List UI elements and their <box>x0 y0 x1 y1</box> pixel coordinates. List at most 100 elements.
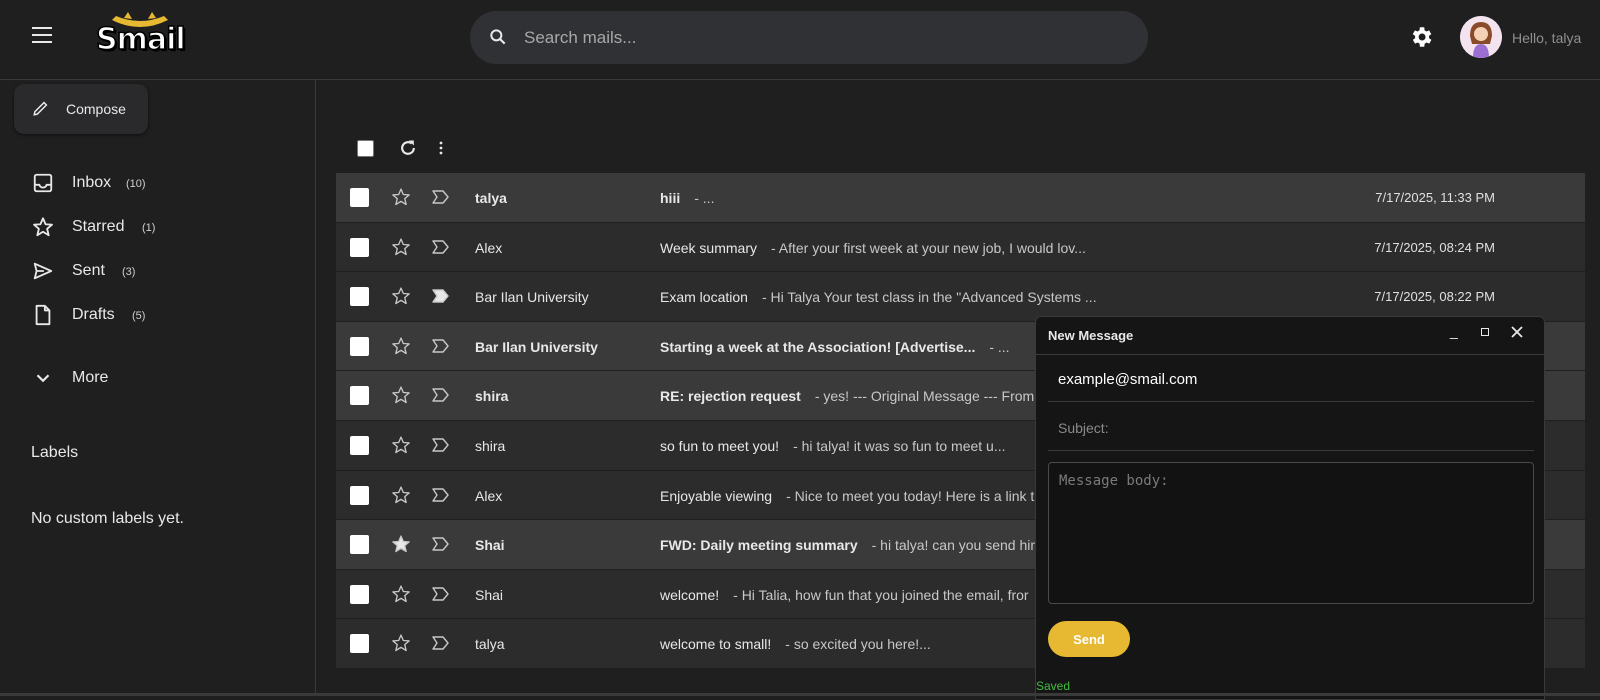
email-subject-line: Week summary - After your first week at y… <box>660 240 1086 256</box>
sidebar-item-drafts[interactable]: Drafts (5) <box>30 300 290 330</box>
email-subject-line: RE: rejection request - yes! --- Original… <box>660 388 1050 404</box>
email-sender: Alex <box>475 239 503 256</box>
refresh-icon[interactable] <box>398 138 418 158</box>
star-icon[interactable] <box>391 633 411 653</box>
sidebar-item-inbox[interactable]: Inbox (10) <box>30 168 290 198</box>
logo[interactable]: Smail <box>95 12 186 58</box>
star-icon[interactable] <box>391 187 411 207</box>
top-bar: Smail Hello, talya <box>0 0 1600 80</box>
more-vertical-icon[interactable] <box>436 140 446 156</box>
email-date: 7/17/2025, 08:22 PM <box>1374 289 1495 305</box>
email-sender: talya <box>475 190 507 206</box>
sidebar-item-more[interactable]: More <box>30 363 290 393</box>
avatar[interactable] <box>1460 16 1502 58</box>
sidebar-item-count: (3) <box>122 266 136 278</box>
email-snippet: - so excited you here!... <box>785 636 931 653</box>
importance-marker-icon[interactable] <box>431 338 451 354</box>
email-subject-line: welcome! - Hi Talia, how fun that you joi… <box>660 587 1029 603</box>
sidebar-item-label: Inbox <box>72 174 112 191</box>
sidebar-item-label: Drafts <box>72 306 115 323</box>
pencil-icon <box>33 101 48 116</box>
search-bar <box>470 11 1148 64</box>
email-subject-line: Exam location - Hi Talya Your test class … <box>660 289 1097 305</box>
email-date: 7/17/2025, 11:33 PM <box>1375 190 1495 205</box>
email-subject: FWD: Daily meeting summary <box>660 537 858 554</box>
email-row[interactable]: talya hiii - ... 7/17/2025, 11:33 PM <box>336 173 1585 223</box>
email-subject: so fun to meet you! <box>660 437 780 454</box>
subject-field[interactable] <box>1048 406 1534 451</box>
email-subject: welcome! <box>660 586 720 603</box>
email-snippet: - ... <box>694 190 715 206</box>
star-icon[interactable] <box>391 336 411 356</box>
importance-marker-icon[interactable] <box>431 635 451 651</box>
importance-marker-icon[interactable] <box>431 387 451 403</box>
email-sender: Bar Ilan University <box>475 289 589 306</box>
row-checkbox[interactable] <box>350 485 369 505</box>
row-checkbox[interactable] <box>350 584 369 604</box>
row-checkbox[interactable] <box>350 535 369 555</box>
minimize-button[interactable]: _ <box>1450 323 1458 339</box>
sidebar-item-count: (10) <box>126 178 146 190</box>
labels-heading: Labels <box>31 444 79 461</box>
email-row[interactable]: Alex Week summary - After your first week … <box>336 222 1585 273</box>
email-subject-line: so fun to meet you! - hi talya! it was so… <box>660 438 1006 454</box>
email-date: 7/17/2025, 08:24 PM <box>1374 239 1495 255</box>
star-icon[interactable] <box>391 485 411 505</box>
avatar-image <box>1460 16 1502 58</box>
star-icon[interactable] <box>391 534 411 554</box>
email-subject-line: Starting a week at the Association! [Adv… <box>660 339 1010 355</box>
search-icon[interactable] <box>488 27 508 47</box>
email-sender: shira <box>475 437 506 454</box>
row-checkbox[interactable] <box>350 237 369 257</box>
search-input[interactable] <box>524 11 1124 64</box>
email-subject: Exam location <box>660 289 748 306</box>
email-snippet: - yes! --- Original Message --- From: T <box>814 388 1051 405</box>
importance-marker-icon[interactable] <box>431 189 451 205</box>
importance-marker-icon[interactable] <box>431 586 451 602</box>
row-checkbox[interactable] <box>350 386 369 406</box>
send-icon <box>33 262 53 280</box>
email-sender: Shai <box>475 537 505 554</box>
sidebar-item-label: More <box>72 369 109 386</box>
email-snippet: - Hi Talia, how fun that you joined the … <box>733 586 1029 603</box>
star-icon <box>33 217 53 237</box>
importance-marker-icon[interactable] <box>431 536 451 552</box>
importance-marker-icon[interactable] <box>431 437 451 453</box>
sidebar-item-sent[interactable]: Sent (3) <box>30 256 290 286</box>
compose-button[interactable]: Compose <box>14 84 148 134</box>
row-checkbox[interactable] <box>350 435 369 455</box>
settings-gear-icon[interactable] <box>1408 24 1434 50</box>
email-sender: Alex <box>475 487 503 504</box>
star-icon[interactable] <box>391 385 411 405</box>
email-snippet: - hi talya! can you send him <box>871 537 1043 554</box>
menu-icon[interactable] <box>28 22 56 50</box>
maximize-button[interactable] <box>1481 328 1489 336</box>
message-body-field[interactable] <box>1048 462 1534 604</box>
save-status: Saved <box>1036 679 1071 693</box>
row-checkbox[interactable] <box>350 188 369 207</box>
row-checkbox[interactable] <box>350 634 369 654</box>
to-field[interactable] <box>1048 357 1534 402</box>
send-button[interactable]: Send <box>1048 621 1130 657</box>
draft-icon <box>35 304 51 326</box>
importance-marker-icon[interactable] <box>431 487 451 503</box>
star-icon[interactable] <box>391 237 411 257</box>
importance-marker-icon[interactable] <box>431 288 451 304</box>
compose-title: New Message <box>1048 328 1134 343</box>
star-icon[interactable] <box>391 435 411 455</box>
inbox-icon <box>33 173 53 193</box>
sidebar-item-label: Starred <box>72 218 125 235</box>
email-snippet: - Nice to meet you today! Here is a link… <box>786 487 1035 504</box>
sidebar-item-starred[interactable]: Starred (1) <box>30 212 290 242</box>
email-sender: Shai <box>475 586 504 603</box>
row-checkbox[interactable] <box>350 336 369 356</box>
select-all-checkbox[interactable] <box>357 140 374 157</box>
compose-window: New Message _ Send Saved <box>1035 316 1545 700</box>
star-icon[interactable] <box>391 286 411 306</box>
email-row[interactable]: Bar Ilan University Exam location - Hi Tal… <box>336 272 1585 322</box>
email-subject-line: welcome to small! - so excited you here!.… <box>660 636 931 652</box>
importance-marker-icon[interactable] <box>431 239 451 255</box>
star-icon[interactable] <box>391 584 411 604</box>
close-icon[interactable] <box>1510 325 1524 339</box>
row-checkbox[interactable] <box>350 287 369 307</box>
